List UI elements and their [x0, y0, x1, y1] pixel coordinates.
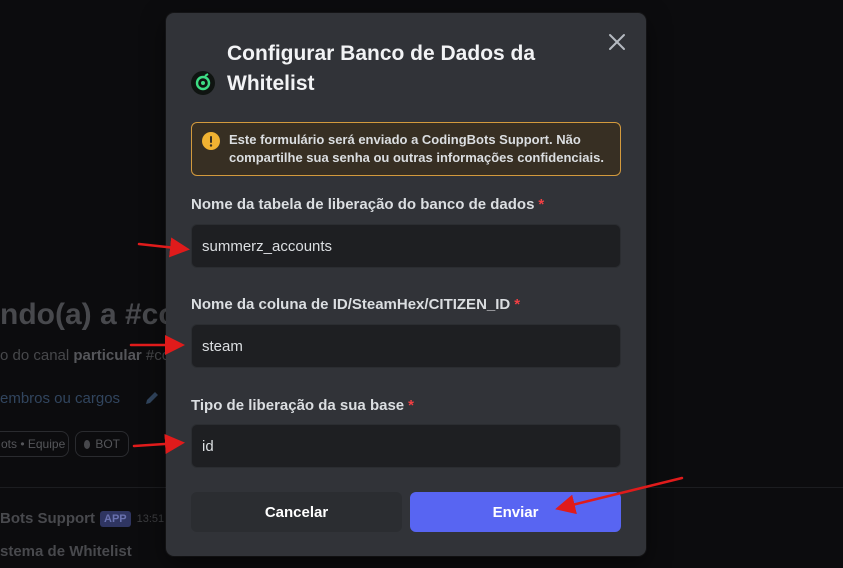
team-chip-label: ots • Equipe — [1, 437, 66, 451]
field-label-table: Nome da tabela de liberação do banco de … — [191, 196, 544, 213]
message-text: stema de Whitelist — [0, 543, 132, 560]
field-label-type: Tipo de liberação da sua base * — [191, 397, 414, 414]
pencil-icon[interactable] — [144, 390, 160, 411]
message-timestamp: 13:51 — [136, 512, 165, 525]
welcome-heading: ndo(a) a #co — [0, 298, 177, 331]
bot-chip[interactable]: BOT — [75, 431, 129, 457]
field-label-column: Nome da coluna de ID/SteamHex/CITIZEN_ID… — [191, 296, 520, 313]
warning-notice: Este formulário será enviado a CodingBot… — [191, 122, 621, 176]
submit-button[interactable]: Enviar — [410, 492, 621, 532]
desc-bold: particular — [73, 347, 142, 364]
modal-title: Configurar Banco de Dados da Whitelist — [227, 42, 536, 95]
team-chip[interactable]: ots • Equipe — [0, 431, 69, 457]
bot-dot-icon — [84, 439, 91, 449]
field-label-table-text: Nome da tabela de liberação do banco de … — [191, 196, 535, 213]
table-name-input[interactable] — [191, 224, 621, 268]
app-icon — [191, 71, 215, 95]
field-label-type-text: Tipo de liberação da sua base — [191, 397, 405, 414]
author-name[interactable]: Bots Support — [0, 510, 95, 527]
release-type-input[interactable] — [191, 424, 621, 468]
warning-text: Este formulário será enviado a CodingBot… — [229, 132, 604, 165]
field-label-column-text: Nome da coluna de ID/SteamHex/CITIZEN_ID — [191, 296, 511, 313]
bot-chip-label: BOT — [95, 437, 120, 451]
channel-description: o do canal particular #co — [0, 347, 170, 364]
required-marker: * — [408, 397, 414, 414]
required-marker: * — [538, 196, 545, 213]
cancel-button[interactable]: Cancelar — [191, 492, 402, 532]
close-icon[interactable] — [606, 31, 628, 53]
message-author: Bots Support APP 13:51 — [0, 510, 164, 527]
warning-icon — [202, 132, 220, 150]
required-marker: * — [514, 296, 521, 313]
column-id-input[interactable] — [191, 324, 621, 368]
config-modal: Configurar Banco de Dados da Whitelist E… — [166, 13, 646, 556]
desc-prefix: o do canal — [0, 347, 74, 364]
app-badge: APP — [100, 510, 131, 527]
add-members-link[interactable]: embros ou cargos — [0, 390, 120, 407]
